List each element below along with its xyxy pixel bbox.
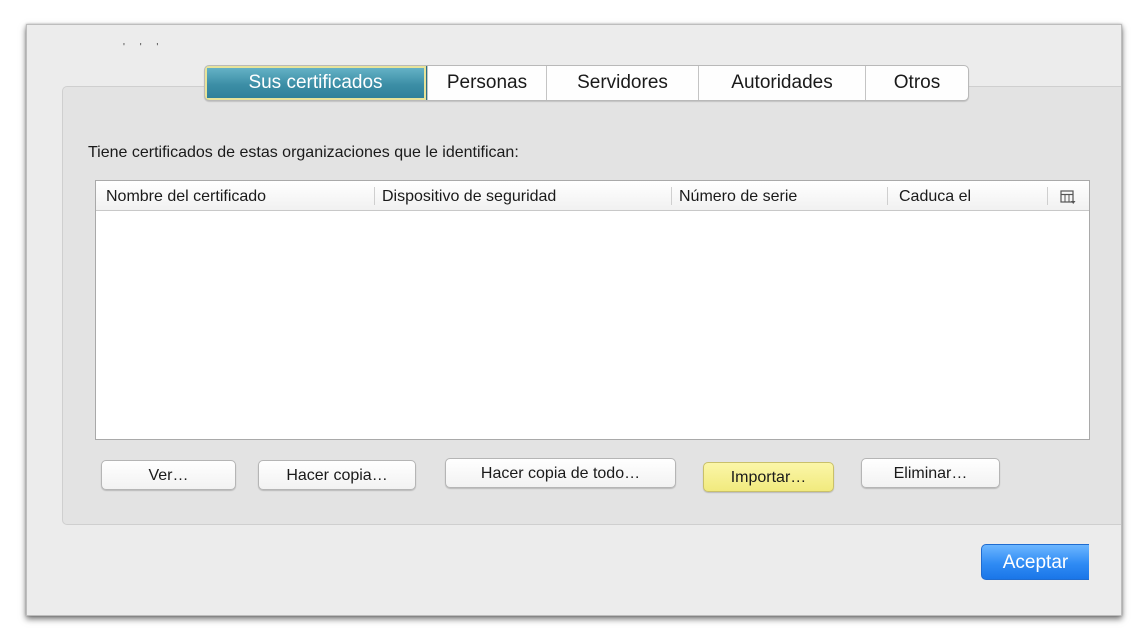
view-button[interactable]: Ver… (101, 460, 236, 490)
ok-button[interactable]: Aceptar (981, 544, 1089, 580)
tab-sus-certificados[interactable]: Sus certificados (205, 66, 427, 100)
backup-button[interactable]: Hacer copia… (258, 460, 416, 490)
tab-bar: Sus certificados Personas Servidores Aut… (204, 65, 969, 101)
page: ' ' ' Sus certificados Personas Servidor… (0, 0, 1131, 629)
tab-servidores[interactable]: Servidores (546, 66, 698, 100)
column-separator[interactable] (1047, 187, 1048, 205)
tab-autoridades[interactable]: Autoridades (698, 66, 865, 100)
column-header-dispositivo[interactable]: Dispositivo de seguridad (374, 181, 671, 210)
tab-otros[interactable]: Otros (865, 66, 968, 100)
title-fragment: ' ' ' (123, 43, 165, 49)
table-header: Nombre del certificado Dispositivo de se… (96, 181, 1089, 211)
import-button[interactable]: Importar… (703, 462, 834, 492)
column-header-nombre[interactable]: Nombre del certificado (96, 181, 374, 210)
column-picker-icon[interactable] (1058, 187, 1078, 207)
description-text: Tiene certificados de estas organizacion… (88, 144, 519, 161)
column-header-caduca[interactable]: Caduca el (887, 181, 1047, 210)
certificate-table[interactable]: Nombre del certificado Dispositivo de se… (95, 180, 1090, 440)
tab-personas[interactable]: Personas (427, 66, 546, 100)
delete-button[interactable]: Eliminar… (861, 458, 1000, 488)
backup-all-button[interactable]: Hacer copia de todo… (445, 458, 676, 488)
table-body[interactable] (96, 211, 1089, 439)
column-header-numero-serie[interactable]: Número de serie (671, 181, 887, 210)
